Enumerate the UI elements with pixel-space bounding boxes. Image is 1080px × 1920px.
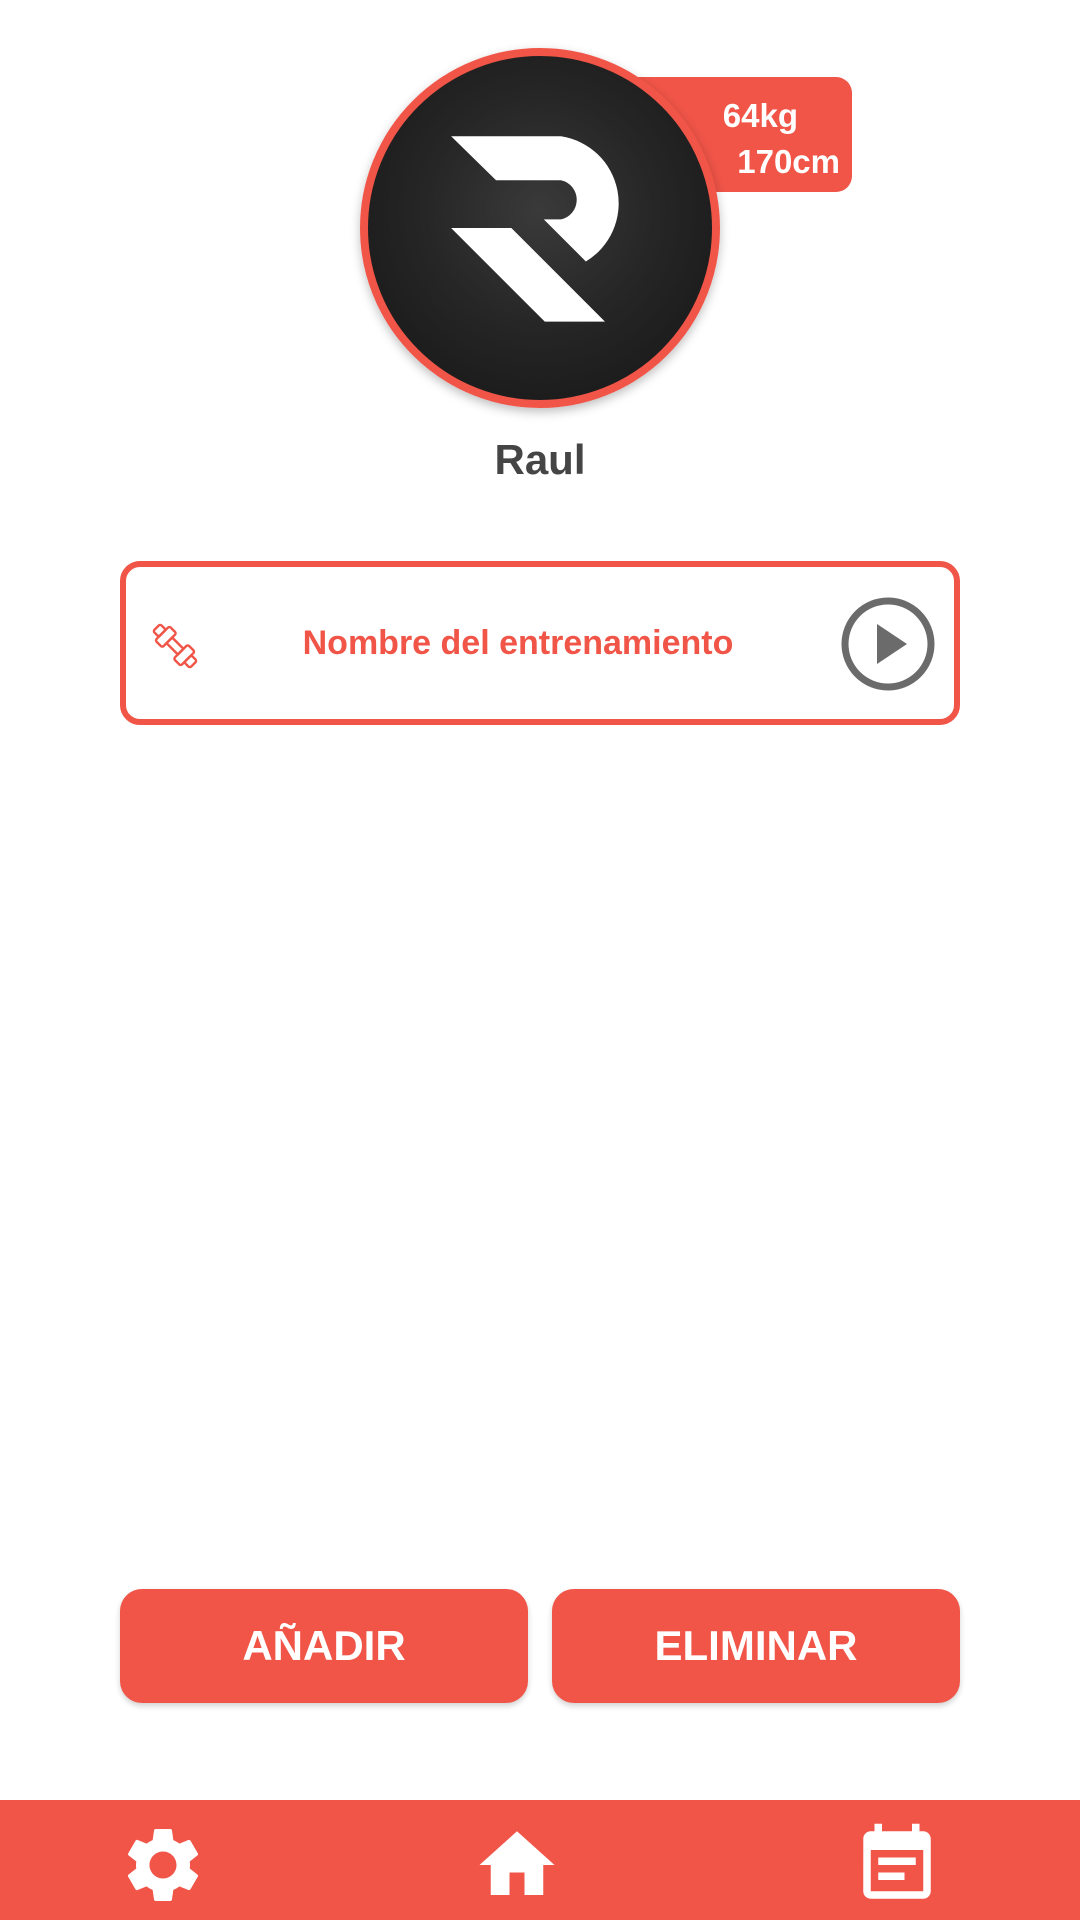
calendar-icon bbox=[863, 1823, 931, 1899]
r-logo-icon bbox=[451, 136, 619, 322]
bottom-nav bbox=[0, 1800, 1080, 1920]
nav-settings[interactable] bbox=[118, 1820, 208, 1910]
workout-card[interactable]: Nombre del entrenamiento bbox=[120, 561, 960, 725]
add-button[interactable]: AÑADIR bbox=[120, 1589, 528, 1703]
remove-button[interactable]: ELIMINAR bbox=[552, 1589, 960, 1703]
avatar[interactable] bbox=[360, 48, 720, 408]
gear-icon bbox=[127, 1829, 199, 1901]
nav-calendar[interactable] bbox=[852, 1820, 942, 1910]
nav-home[interactable] bbox=[472, 1820, 562, 1910]
workout-name: Nombre del entrenamiento bbox=[302, 624, 734, 662]
user-name: Raul bbox=[494, 436, 586, 483]
home-icon bbox=[479, 1831, 555, 1895]
play-circle-icon[interactable] bbox=[840, 596, 936, 692]
dumbbell-icon bbox=[152, 623, 198, 669]
